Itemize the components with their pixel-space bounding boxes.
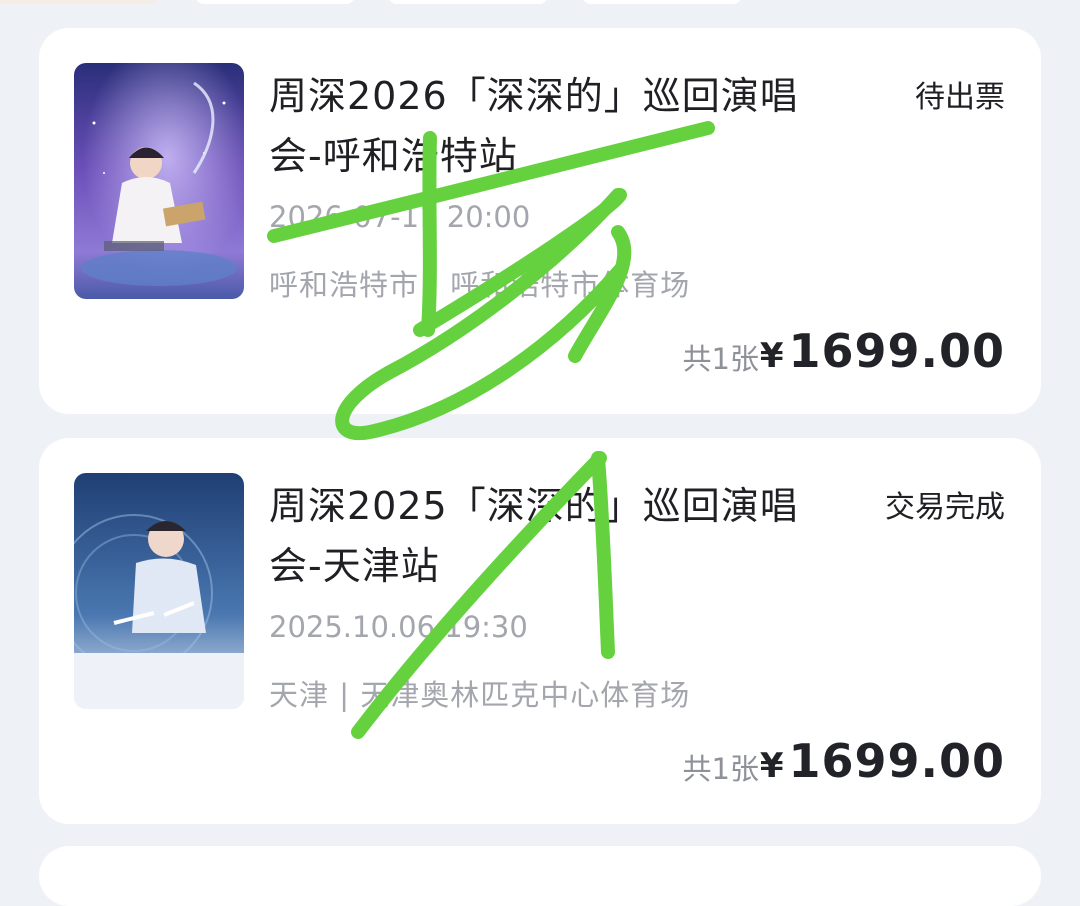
event-datetime: 2025.10.06 19:30: [269, 610, 528, 644]
price-amount: 1699.00: [788, 734, 1005, 788]
order-price: ¥1699.00: [760, 324, 1005, 378]
order-price: ¥1699.00: [760, 734, 1005, 788]
concert-poster-image: [74, 63, 244, 299]
event-title: 周深2026「深深的」巡回演唱 会-呼和浩特站: [269, 74, 799, 178]
order-card[interactable]: 周深2025「深深的」巡回演唱 会-天津站 交易完成 2025.10.06 19…: [39, 438, 1041, 824]
event-title: 周深2025「深深的」巡回演唱 会-天津站: [269, 484, 799, 588]
ticket-quantity: 共1张: [682, 342, 759, 376]
concert-poster-image: [74, 473, 244, 709]
event-datetime: 2026-07-11 20:00: [269, 200, 531, 234]
ticket-quantity: 共1张: [682, 752, 759, 786]
event-venue: 呼和浩特市 | 呼和浩特市体育场: [269, 268, 691, 302]
price-amount: 1699.00: [788, 324, 1005, 378]
order-status: 待出票: [915, 80, 1005, 115]
currency-symbol: ¥: [759, 336, 785, 376]
currency-symbol: ¥: [759, 746, 785, 786]
order-card-partial[interactable]: [39, 846, 1041, 906]
order-card[interactable]: 周深2026「深深的」巡回演唱 会-呼和浩特站 待出票 2026-07-11 2…: [39, 28, 1041, 414]
previous-card-edge: [0, 0, 1080, 4]
order-status: 交易完成: [885, 490, 1005, 525]
event-venue: 天津 | 天津奥林匹克中心体育场: [269, 678, 691, 712]
